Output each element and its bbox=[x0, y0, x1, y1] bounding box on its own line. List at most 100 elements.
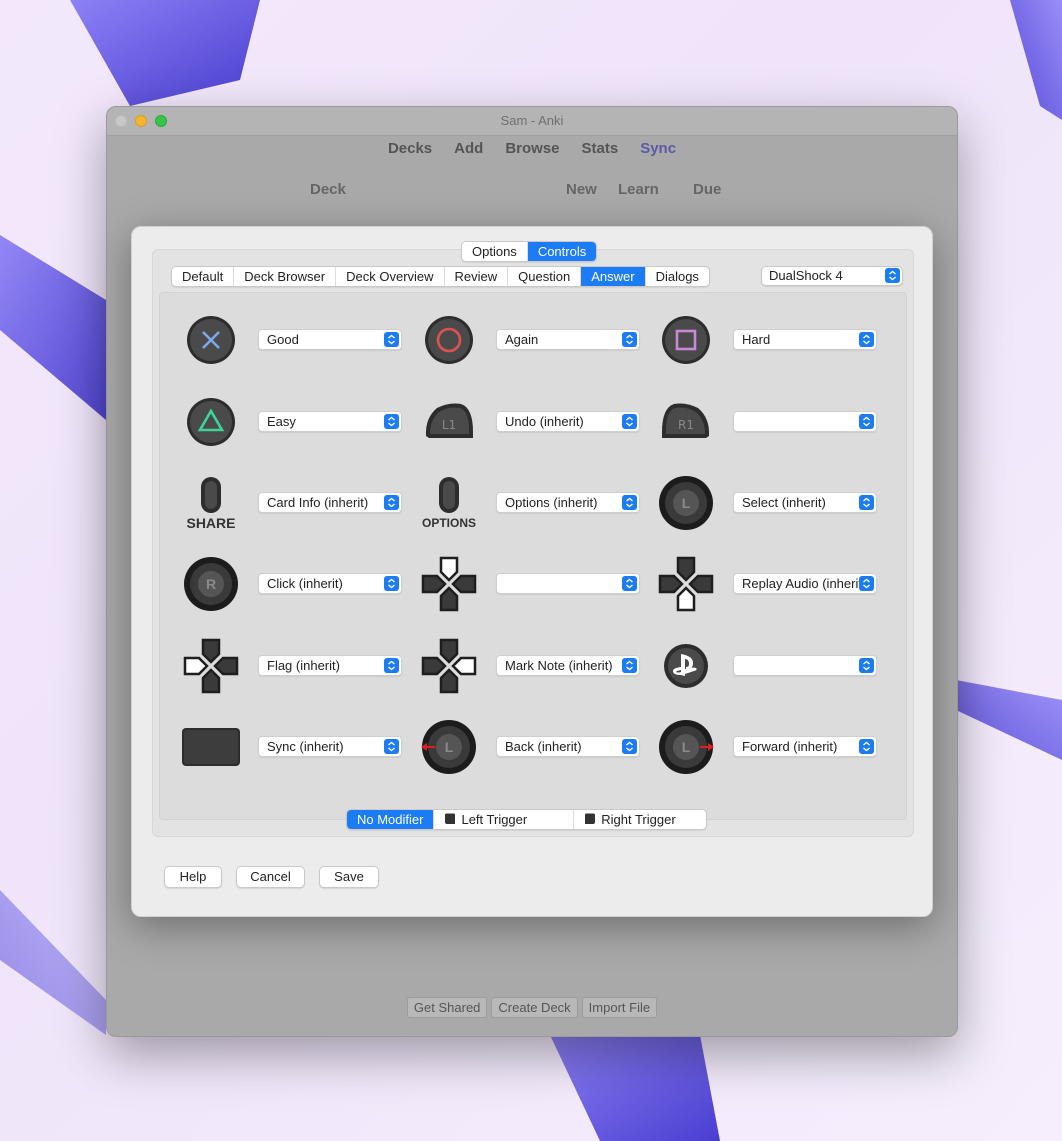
modifier-tabs: No Modifier Left Trigger Right Trigger bbox=[346, 809, 707, 830]
tab-dialogs[interactable]: Dialogs bbox=[646, 267, 709, 286]
device-select[interactable]: DualShock 4 bbox=[761, 266, 903, 286]
svg-text:L: L bbox=[445, 739, 454, 755]
window-title: Sam - Anki bbox=[500, 113, 564, 128]
action-select-circle-button[interactable]: Again bbox=[496, 329, 640, 350]
action-select-value: Again bbox=[505, 332, 539, 347]
save-button[interactable]: Save bbox=[319, 866, 379, 888]
tab-options[interactable]: Options bbox=[462, 242, 528, 261]
up-down-chevron-icon bbox=[859, 658, 874, 673]
up-down-chevron-icon bbox=[622, 658, 637, 673]
up-down-chevron-icon bbox=[622, 495, 637, 510]
tab-answer[interactable]: Answer bbox=[581, 267, 646, 286]
tab-deck-overview[interactable]: Deck Overview bbox=[336, 267, 445, 286]
import-file-button[interactable]: Import File bbox=[581, 997, 658, 1018]
action-select-left-stick[interactable]: Select (inherit) bbox=[733, 492, 877, 513]
action-select-value: Back (inherit) bbox=[505, 739, 582, 754]
up-down-chevron-icon bbox=[859, 576, 874, 591]
action-select-ps-button[interactable] bbox=[733, 655, 877, 676]
up-down-chevron-icon bbox=[859, 739, 874, 754]
help-button[interactable]: Help bbox=[164, 866, 222, 888]
up-down-chevron-icon bbox=[859, 495, 874, 510]
modifier-right-trigger[interactable]: Right Trigger bbox=[574, 810, 705, 829]
action-select-square-button[interactable]: Hard bbox=[733, 329, 877, 350]
modifier-right-trigger-label: Right Trigger bbox=[601, 812, 676, 827]
title-bar: Sam - Anki bbox=[107, 107, 957, 136]
svg-text:L1: L1 bbox=[442, 418, 456, 432]
action-select-r1-button[interactable] bbox=[733, 411, 877, 432]
context-tabs: Default Deck Browser Deck Overview Revie… bbox=[171, 266, 710, 287]
create-deck-button[interactable]: Create Deck bbox=[491, 997, 578, 1018]
main-toolbar: Decks Add Browse Stats Sync bbox=[107, 136, 957, 168]
action-select-right-stick[interactable]: Click (inherit) bbox=[258, 573, 402, 594]
action-select-value: Undo (inherit) bbox=[505, 414, 584, 429]
dpad-left-icon bbox=[181, 636, 241, 696]
svg-text:OPTIONS: OPTIONS bbox=[422, 516, 476, 530]
action-select-value: Select (inherit) bbox=[742, 495, 826, 510]
left-stick-left-icon: L bbox=[419, 717, 479, 777]
action-select-dpad-down[interactable]: Replay Audio (inherit) bbox=[733, 573, 877, 594]
up-down-chevron-icon bbox=[885, 268, 900, 283]
square-button-icon bbox=[656, 310, 716, 370]
up-down-chevron-icon bbox=[622, 739, 637, 754]
device-select-value: DualShock 4 bbox=[769, 268, 843, 283]
action-select-value: Replay Audio (inherit) bbox=[742, 576, 860, 591]
tab-deck-browser[interactable]: Deck Browser bbox=[234, 267, 337, 286]
modifier-none[interactable]: No Modifier bbox=[347, 810, 435, 829]
action-select-dpad-up[interactable] bbox=[496, 573, 640, 594]
action-select-cross-button[interactable]: Good bbox=[258, 329, 402, 350]
left-stick-icon: L bbox=[656, 473, 716, 533]
toolbar-add[interactable]: Add bbox=[454, 140, 483, 168]
up-down-chevron-icon bbox=[384, 332, 399, 347]
tab-question[interactable]: Question bbox=[508, 267, 582, 286]
up-down-chevron-icon bbox=[859, 414, 874, 429]
toolbar-browse[interactable]: Browse bbox=[505, 140, 559, 168]
left-stick-right-icon: L bbox=[656, 717, 716, 777]
options-button-icon: OPTIONS bbox=[419, 473, 479, 533]
triangle-button-icon bbox=[181, 392, 241, 452]
action-select-touchpad[interactable]: Sync (inherit) bbox=[258, 736, 402, 757]
circle-button-icon bbox=[419, 310, 479, 370]
action-select-value: Good bbox=[267, 332, 299, 347]
modifier-left-trigger-label: Left Trigger bbox=[461, 812, 528, 827]
modifier-left-trigger[interactable]: Left Trigger bbox=[434, 810, 575, 829]
get-shared-button[interactable]: Get Shared bbox=[406, 997, 488, 1018]
cancel-button[interactable]: Cancel bbox=[236, 866, 305, 888]
options-controls-tabs: Options Controls bbox=[461, 241, 598, 262]
action-select-dpad-left[interactable]: Flag (inherit) bbox=[258, 655, 402, 676]
action-select-value: Flag (inherit) bbox=[267, 658, 340, 673]
right-stick-icon: R bbox=[181, 554, 241, 614]
up-down-chevron-icon bbox=[384, 495, 399, 510]
new-column-header: New bbox=[566, 181, 597, 198]
action-select-value: Sync (inherit) bbox=[267, 739, 344, 754]
action-select-value: Hard bbox=[742, 332, 771, 347]
ps-button-icon bbox=[656, 636, 716, 696]
tab-controls[interactable]: Controls bbox=[527, 242, 597, 261]
dpad-right-icon bbox=[419, 636, 479, 696]
action-select-left-stick-left[interactable]: Back (inherit) bbox=[496, 736, 640, 757]
up-down-chevron-icon bbox=[384, 576, 399, 591]
action-select-value: Click (inherit) bbox=[267, 576, 343, 591]
tab-default[interactable]: Default bbox=[172, 267, 235, 286]
toolbar-decks[interactable]: Decks bbox=[388, 140, 432, 168]
action-select-options-button[interactable]: Options (inherit) bbox=[496, 492, 640, 513]
action-select-dpad-right[interactable]: Mark Note (inherit) bbox=[496, 655, 640, 676]
toolbar-stats[interactable]: Stats bbox=[582, 140, 619, 168]
action-select-l1-button[interactable]: Undo (inherit) bbox=[496, 411, 640, 432]
action-select-left-stick-right[interactable]: Forward (inherit) bbox=[733, 736, 877, 757]
svg-text:R: R bbox=[206, 576, 216, 592]
up-down-chevron-icon bbox=[384, 658, 399, 673]
dpad-down-icon bbox=[656, 554, 716, 614]
action-select-share-button[interactable]: Card Info (inherit) bbox=[258, 492, 402, 513]
up-down-chevron-icon bbox=[622, 414, 637, 429]
tab-review[interactable]: Review bbox=[445, 267, 509, 286]
action-select-triangle-button[interactable]: Easy bbox=[258, 411, 402, 432]
action-select-value: Card Info (inherit) bbox=[267, 495, 369, 510]
toolbar-sync[interactable]: Sync bbox=[640, 140, 676, 168]
svg-text:R1: R1 bbox=[678, 418, 694, 432]
r1-button-icon: R1 bbox=[656, 392, 716, 452]
dpad-up-icon bbox=[419, 554, 479, 614]
deck-browser-bottom-bar: Get Shared Create Deck Import File bbox=[107, 997, 957, 1018]
learn-column-header: Learn bbox=[618, 181, 659, 198]
up-down-chevron-icon bbox=[384, 414, 399, 429]
cross-button-icon bbox=[181, 310, 241, 370]
